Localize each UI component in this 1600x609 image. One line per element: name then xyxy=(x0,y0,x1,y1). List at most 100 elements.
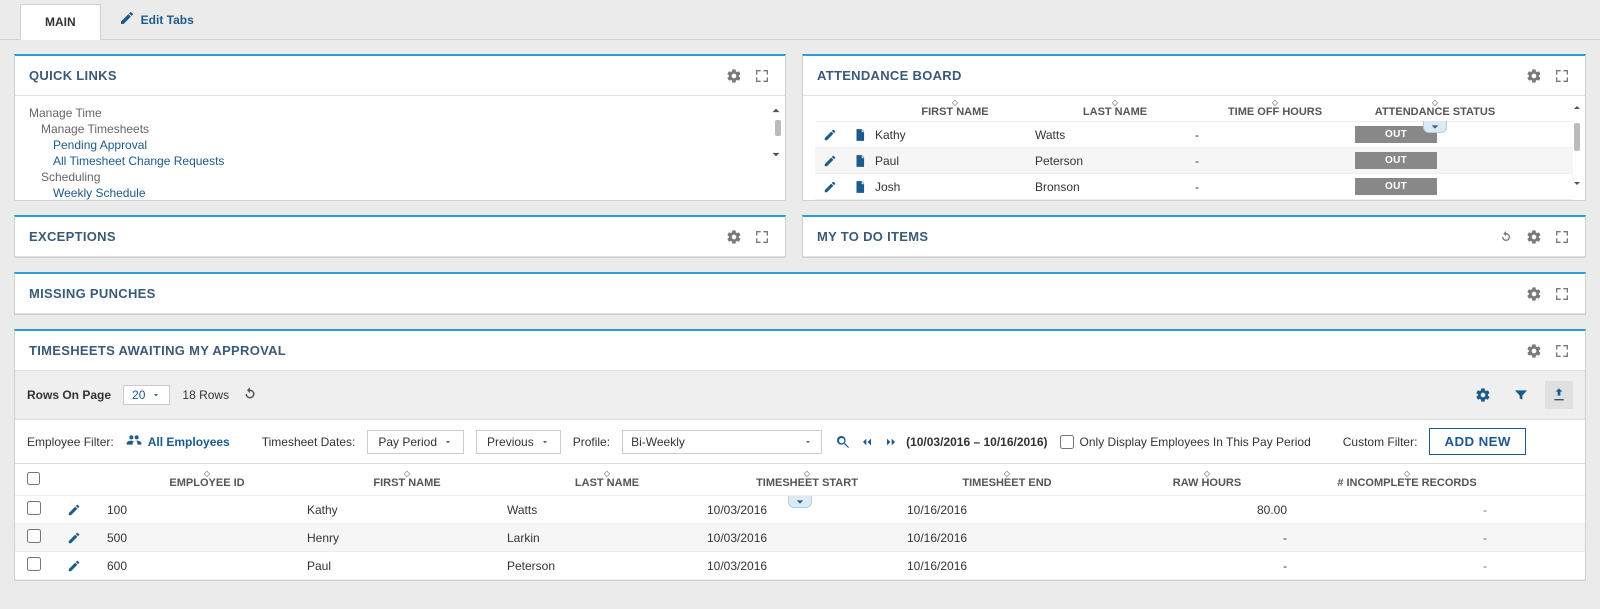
tab-bar: MAIN Edit Tabs xyxy=(0,0,1600,40)
col-timesheet-end[interactable]: TIMESHEET END xyxy=(962,477,1051,489)
timesheet-row: 500HenryLarkin10/03/201610/16/2016-- xyxy=(15,524,1585,552)
gear-icon[interactable] xyxy=(1525,285,1543,303)
pay-period-value: Pay Period xyxy=(378,435,437,449)
gear-icon[interactable] xyxy=(1525,228,1543,246)
chevron-up-icon[interactable] xyxy=(1571,102,1583,117)
scrollbar-thumb[interactable] xyxy=(1574,123,1580,151)
cell-last-name: Watts xyxy=(1035,128,1195,142)
gear-icon[interactable] xyxy=(1525,342,1543,360)
refresh-icon[interactable] xyxy=(1497,228,1515,246)
col-timesheet-start[interactable]: TIMESHEET START xyxy=(756,477,858,489)
search-date-icon[interactable] xyxy=(834,433,852,451)
expand-icon[interactable] xyxy=(1553,228,1571,246)
panel-attendance-board: ATTENDANCE BOARD ◇FIRST NAME ◇LAST NAME … xyxy=(802,54,1586,201)
people-icon xyxy=(126,432,142,451)
col-raw-hours[interactable]: RAW HOURS xyxy=(1173,477,1241,489)
quick-links-heading-manage-time: Manage Time xyxy=(29,106,771,120)
previous-value: Previous xyxy=(487,435,534,449)
expand-icon[interactable] xyxy=(753,67,771,85)
col-attendance-status[interactable]: ATTENDANCE STATUS xyxy=(1375,106,1495,118)
tab-main[interactable]: MAIN xyxy=(20,4,101,40)
rows-on-page-label: Rows On Page xyxy=(27,388,111,402)
edit-icon[interactable] xyxy=(815,154,845,168)
export-icon[interactable] xyxy=(1545,381,1573,409)
col-timeoff[interactable]: TIME OFF HOURS xyxy=(1228,106,1322,118)
col-first-name[interactable]: FIRST NAME xyxy=(373,477,440,489)
cell-first-name: Henry xyxy=(307,531,507,545)
settings-icon[interactable] xyxy=(1469,381,1497,409)
edit-icon[interactable] xyxy=(67,503,107,517)
edit-tabs-button[interactable]: Edit Tabs xyxy=(111,0,202,39)
cell-status: OUT xyxy=(1355,152,1515,169)
next-period-icon[interactable] xyxy=(882,433,900,451)
cell-status: OUT xyxy=(1355,178,1515,195)
cell-last-name: Watts xyxy=(507,503,707,517)
row-checkbox[interactable] xyxy=(27,501,41,515)
chevron-up-icon[interactable] xyxy=(769,104,783,121)
col-employee-id[interactable]: EMPLOYEE ID xyxy=(169,477,244,489)
attendance-row: PaulPeterson-OUT xyxy=(815,148,1573,174)
cell-timesheet-start: 10/03/2016 xyxy=(707,531,907,545)
collapse-handle-icon[interactable] xyxy=(1423,121,1447,133)
gear-icon[interactable] xyxy=(725,67,743,85)
link-all-change-requests[interactable]: All Timesheet Change Requests xyxy=(53,154,771,168)
cell-first-name: Paul xyxy=(875,154,1035,168)
gear-icon[interactable] xyxy=(1525,67,1543,85)
link-pending-approval[interactable]: Pending Approval xyxy=(53,138,771,152)
col-incomplete-records[interactable]: # INCOMPLETE RECORDS xyxy=(1337,477,1476,489)
col-last-name[interactable]: LAST NAME xyxy=(575,477,639,489)
employee-filter-button[interactable]: All Employees xyxy=(126,432,230,451)
cell-incomplete: - xyxy=(1307,503,1507,517)
expand-icon[interactable] xyxy=(753,228,771,246)
select-all-checkbox[interactable] xyxy=(27,472,40,485)
gear-icon[interactable] xyxy=(725,228,743,246)
document-icon[interactable] xyxy=(845,180,875,194)
attendance-row: JoshBronson-OUT xyxy=(815,174,1573,200)
edit-icon[interactable] xyxy=(67,559,107,573)
cell-first-name: Kathy xyxy=(875,128,1035,142)
cell-timesheet-end: 10/16/2016 xyxy=(907,531,1107,545)
document-icon[interactable] xyxy=(845,128,875,142)
expand-icon[interactable] xyxy=(1553,342,1571,360)
col-last-name[interactable]: LAST NAME xyxy=(1083,106,1147,118)
edit-icon[interactable] xyxy=(815,128,845,142)
row-checkbox[interactable] xyxy=(27,529,41,543)
cell-last-name: Peterson xyxy=(1035,154,1195,168)
only-display-checkbox[interactable]: Only Display Employees In This Pay Perio… xyxy=(1060,435,1311,449)
filter-icon[interactable] xyxy=(1507,381,1535,409)
panel-timesheets: TIMESHEETS AWAITING MY APPROVAL Rows On … xyxy=(14,329,1586,581)
document-icon[interactable] xyxy=(845,154,875,168)
add-new-button[interactable]: ADD NEW xyxy=(1429,428,1525,455)
link-weekly-schedule[interactable]: Weekly Schedule xyxy=(53,186,771,200)
only-display-input[interactable] xyxy=(1060,435,1074,449)
cell-employee-id: 500 xyxy=(107,531,307,545)
custom-filter-label: Custom Filter: xyxy=(1343,435,1418,449)
chevron-down-icon xyxy=(540,437,550,447)
col-first-name[interactable]: FIRST NAME xyxy=(921,106,988,118)
edit-icon xyxy=(119,10,135,29)
chevron-down-icon[interactable] xyxy=(1571,177,1583,192)
timesheets-title: TIMESHEETS AWAITING MY APPROVAL xyxy=(29,343,286,358)
prev-period-icon[interactable] xyxy=(858,433,876,451)
expand-icon[interactable] xyxy=(1553,285,1571,303)
expand-icon[interactable] xyxy=(1553,67,1571,85)
profile-select[interactable]: Bi-Weekly xyxy=(622,430,822,454)
collapse-handle-icon[interactable] xyxy=(788,496,812,508)
chevron-down-icon xyxy=(151,390,161,400)
cell-timeoff: - xyxy=(1195,128,1355,142)
cell-raw-hours: 80.00 xyxy=(1107,503,1307,517)
chevron-down-icon xyxy=(443,437,453,447)
rows-on-page-select[interactable]: 20 xyxy=(123,385,170,405)
edit-icon[interactable] xyxy=(815,180,845,194)
exceptions-title: EXCEPTIONS xyxy=(29,229,116,244)
missing-title: MISSING PUNCHES xyxy=(29,286,156,301)
edit-icon[interactable] xyxy=(67,531,107,545)
chevron-down-icon[interactable] xyxy=(769,147,783,164)
scrollbar-thumb[interactable] xyxy=(775,120,781,136)
pay-period-select[interactable]: Pay Period xyxy=(367,430,464,454)
profile-value: Bi-Weekly xyxy=(631,435,685,449)
previous-select[interactable]: Previous xyxy=(476,430,561,454)
cell-first-name: Paul xyxy=(307,559,507,573)
refresh-icon[interactable] xyxy=(241,385,259,406)
row-checkbox[interactable] xyxy=(27,557,41,571)
